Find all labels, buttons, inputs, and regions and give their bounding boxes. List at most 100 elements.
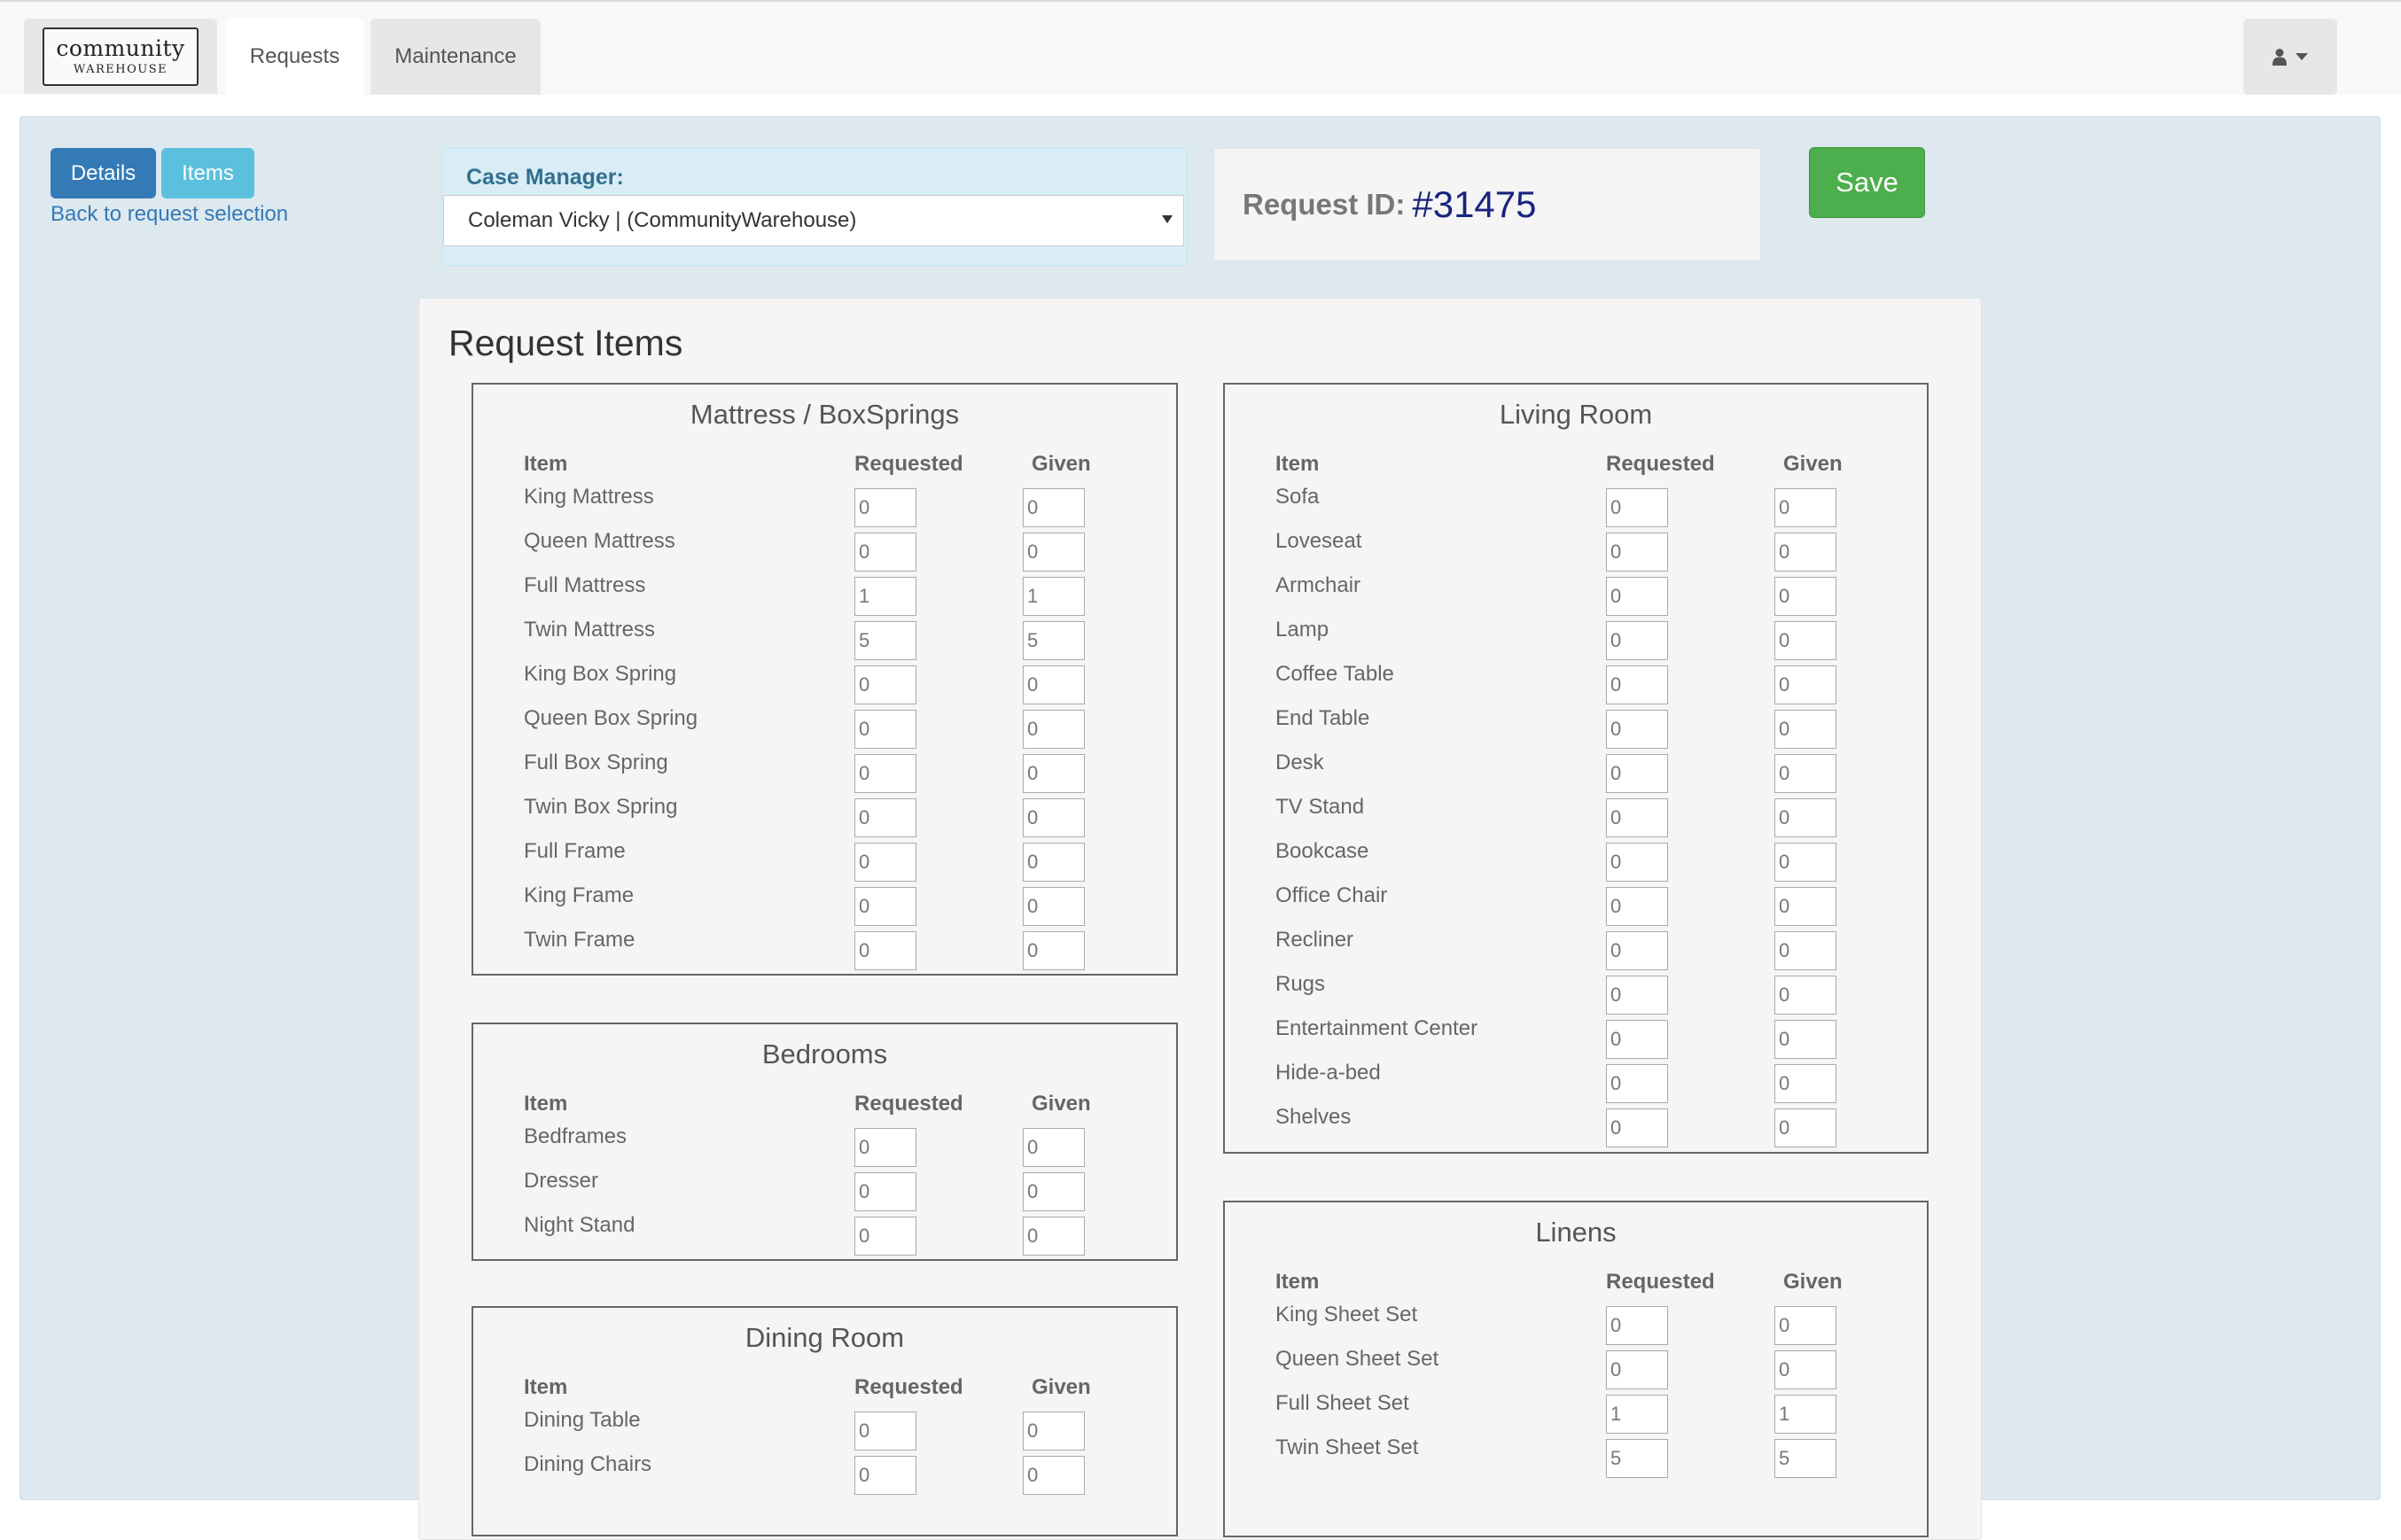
given-quantity-input[interactable]	[1774, 577, 1836, 616]
requested-quantity-input[interactable]	[1606, 1064, 1668, 1103]
given-quantity-input[interactable]	[1774, 1439, 1836, 1478]
given-quantity-input[interactable]	[1023, 488, 1085, 527]
logo[interactable]: community warehouse	[24, 19, 217, 94]
requested-quantity-input[interactable]	[854, 710, 916, 749]
given-quantity-input[interactable]	[1023, 577, 1085, 616]
given-quantity-input[interactable]	[1774, 754, 1836, 793]
requested-quantity-input[interactable]	[1606, 577, 1668, 616]
given-quantity-input[interactable]	[1023, 710, 1085, 749]
requested-quantity-input[interactable]	[1606, 798, 1668, 837]
requested-quantity-input[interactable]	[1606, 1020, 1668, 1059]
given-quantity-input[interactable]	[1023, 1217, 1085, 1256]
given-quantity-input[interactable]	[1774, 1064, 1836, 1103]
item-name: Night Stand	[524, 1213, 635, 1237]
item-name: Lamp	[1275, 618, 1329, 642]
given-quantity-input[interactable]	[1774, 1395, 1836, 1434]
nav-tab-requests[interactable]: Requests	[226, 19, 363, 95]
given-quantity-input[interactable]	[1774, 710, 1836, 749]
given-quantity-input[interactable]	[1023, 621, 1085, 660]
given-quantity-input[interactable]	[1774, 931, 1836, 970]
requested-quantity-input[interactable]	[854, 1412, 916, 1451]
requested-quantity-input[interactable]	[854, 843, 916, 882]
requested-quantity-input[interactable]	[854, 798, 916, 837]
given-quantity-input[interactable]	[1774, 798, 1836, 837]
requested-quantity-input[interactable]	[854, 1456, 916, 1495]
items-button[interactable]: Items	[161, 148, 254, 198]
given-quantity-input[interactable]	[1774, 887, 1836, 926]
item-name: King Sheet Set	[1275, 1303, 1418, 1326]
requested-quantity-input[interactable]	[854, 887, 916, 926]
requested-quantity-input[interactable]	[1606, 931, 1668, 970]
requested-quantity-input[interactable]	[1606, 621, 1668, 660]
given-quantity-input[interactable]	[1774, 1108, 1836, 1147]
column-header-given: Given	[1783, 452, 1843, 476]
item-name: Armchair	[1275, 573, 1361, 597]
given-quantity-input[interactable]	[1774, 1350, 1836, 1389]
item-row-entertainment-center: Entertainment Center	[1225, 1016, 1927, 1062]
item-row-twin-frame: Twin Frame	[473, 928, 1176, 973]
item-name: End Table	[1275, 706, 1370, 730]
given-quantity-input[interactable]	[1023, 754, 1085, 793]
item-name: King Mattress	[524, 485, 654, 509]
category-living-room: Living Room Item Requested Given Sofa Lovesea…	[1223, 383, 1929, 1154]
requested-quantity-input[interactable]	[1606, 1439, 1668, 1478]
nav-tab-maintenance[interactable]: Maintenance	[370, 19, 541, 95]
item-name: Desk	[1275, 751, 1324, 774]
requested-quantity-input[interactable]	[854, 754, 916, 793]
item-row-queen-sheet-set: Queen Sheet Set	[1225, 1347, 1927, 1392]
requested-quantity-input[interactable]	[854, 1172, 916, 1211]
item-name: Bookcase	[1275, 839, 1369, 863]
details-button[interactable]: Details	[51, 148, 156, 198]
given-quantity-input[interactable]	[1023, 843, 1085, 882]
requested-quantity-input[interactable]	[854, 621, 916, 660]
given-quantity-input[interactable]	[1023, 887, 1085, 926]
requested-quantity-input[interactable]	[1606, 710, 1668, 749]
requested-quantity-input[interactable]	[854, 488, 916, 527]
category-linens: Linens Item Requested Given King Sheet Set Qu…	[1223, 1201, 1929, 1537]
item-row-full-sheet-set: Full Sheet Set	[1225, 1391, 1927, 1436]
case-manager-box: Case Manager: Coleman Vicky | (Community…	[441, 148, 1188, 266]
given-quantity-input[interactable]	[1023, 1412, 1085, 1451]
requested-quantity-input[interactable]	[854, 1128, 916, 1167]
item-row-recliner: Recliner	[1225, 928, 1927, 973]
case-manager-select[interactable]: Coleman Vicky | (CommunityWarehouse)	[443, 195, 1184, 246]
given-quantity-input[interactable]	[1023, 1172, 1085, 1211]
given-quantity-input[interactable]	[1774, 976, 1836, 1015]
given-quantity-input[interactable]	[1023, 931, 1085, 970]
given-quantity-input[interactable]	[1774, 665, 1836, 704]
requested-quantity-input[interactable]	[1606, 665, 1668, 704]
requested-quantity-input[interactable]	[1606, 976, 1668, 1015]
given-quantity-input[interactable]	[1023, 798, 1085, 837]
given-quantity-input[interactable]	[1774, 488, 1836, 527]
requested-quantity-input[interactable]	[1606, 1306, 1668, 1345]
item-row-loveseat: Loveseat	[1225, 529, 1927, 574]
item-name: Hide-a-bed	[1275, 1061, 1381, 1085]
requested-quantity-input[interactable]	[854, 1217, 916, 1256]
back-to-request-selection-link[interactable]: Back to request selection	[51, 202, 288, 227]
requested-quantity-input[interactable]	[1606, 488, 1668, 527]
requested-quantity-input[interactable]	[1606, 1108, 1668, 1147]
given-quantity-input[interactable]	[1774, 1020, 1836, 1059]
given-quantity-input[interactable]	[1774, 1306, 1836, 1345]
save-button[interactable]: Save	[1809, 147, 1925, 218]
given-quantity-input[interactable]	[1774, 843, 1836, 882]
given-quantity-input[interactable]	[1774, 621, 1836, 660]
given-quantity-input[interactable]	[1774, 533, 1836, 572]
item-name: Entertainment Center	[1275, 1016, 1478, 1040]
requested-quantity-input[interactable]	[854, 665, 916, 704]
requested-quantity-input[interactable]	[1606, 1395, 1668, 1434]
requested-quantity-input[interactable]	[854, 577, 916, 616]
requested-quantity-input[interactable]	[1606, 1350, 1668, 1389]
requested-quantity-input[interactable]	[854, 931, 916, 970]
requested-quantity-input[interactable]	[1606, 843, 1668, 882]
given-quantity-input[interactable]	[1023, 1456, 1085, 1495]
given-quantity-input[interactable]	[1023, 665, 1085, 704]
given-quantity-input[interactable]	[1023, 1128, 1085, 1167]
user-menu-button[interactable]	[2243, 19, 2337, 95]
requested-quantity-input[interactable]	[1606, 887, 1668, 926]
requested-quantity-input[interactable]	[1606, 533, 1668, 572]
given-quantity-input[interactable]	[1023, 533, 1085, 572]
user-icon	[2272, 49, 2287, 66]
requested-quantity-input[interactable]	[1606, 754, 1668, 793]
requested-quantity-input[interactable]	[854, 533, 916, 572]
